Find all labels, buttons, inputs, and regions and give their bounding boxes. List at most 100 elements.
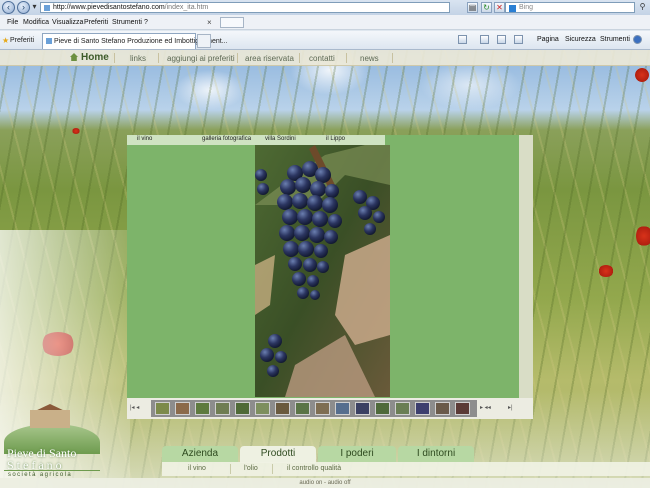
thumbnail[interactable] — [215, 402, 230, 415]
thumbnail[interactable] — [315, 402, 330, 415]
gallery-tab-bar: il vino galleria fotografica villa Sordi… — [127, 135, 385, 145]
end-control[interactable]: ▸| — [508, 404, 513, 411]
command-sicurezza[interactable]: Sicurezza — [565, 36, 596, 43]
help-icon[interactable] — [633, 35, 642, 44]
thumbnail-strip — [151, 400, 477, 417]
command-strumenti[interactable]: Strumenti — [600, 36, 630, 43]
thumbnail[interactable] — [235, 402, 250, 415]
nav-divider — [299, 53, 300, 63]
close-toolbar-icon[interactable]: × — [207, 18, 212, 27]
thumbnail[interactable] — [255, 402, 270, 415]
tab-prodotti[interactable]: Prodotti — [240, 446, 316, 463]
subnav-olio[interactable]: l'olio — [244, 465, 258, 472]
next-last-control[interactable]: ▸ ◂◂ — [480, 404, 491, 411]
site-logo[interactable]: Pieve di Santo Stefano società agricola — [0, 404, 130, 488]
first-prev-control[interactable]: |◂ ◂ — [130, 404, 139, 411]
menu-strumenti[interactable]: Strumenti — [112, 19, 142, 26]
search-placeholder: Bing — [519, 4, 534, 11]
tab-favicon-icon — [46, 38, 52, 44]
thumbnail[interactable] — [395, 402, 410, 415]
gallery-tab-villa-sordini[interactable]: villa Sordini — [265, 136, 296, 142]
poppy-decoration — [635, 68, 649, 82]
nav-area-riservata[interactable]: area riservata — [245, 54, 294, 63]
menu-modifica[interactable]: Modifica — [23, 19, 49, 26]
favorites-star-icon[interactable]: ★ — [2, 36, 9, 45]
feeds-icon[interactable] — [480, 35, 489, 44]
home-icon[interactable] — [70, 53, 78, 61]
gallery-panel: il vino galleria fotografica villa Sordi… — [127, 135, 533, 419]
home-icon[interactable] — [458, 35, 467, 44]
nav-aggiungi-preferiti[interactable]: aggiungi ai preferiti — [167, 54, 235, 63]
favorites-button[interactable]: Preferiti — [10, 37, 34, 44]
tab-i-poderi[interactable]: I poderi — [318, 446, 396, 462]
gallery-tab-galleria[interactable]: galleria fotografica — [202, 136, 251, 142]
nav-divider — [114, 53, 115, 63]
nav-contatti[interactable]: contatti — [309, 54, 335, 63]
forward-icon[interactable]: › — [17, 1, 30, 14]
bing-icon — [509, 5, 516, 12]
browser-menu-bar: File Modifica Visualizza Preferiti Strum… — [0, 15, 650, 30]
logo-divider — [4, 470, 100, 471]
menu-help[interactable]: ? — [144, 19, 148, 26]
poppy-decoration — [636, 225, 650, 247]
browser-tab[interactable]: Pieve di Santo Stefano Produzione ed Imb… — [42, 33, 228, 49]
thumbnail[interactable] — [415, 402, 430, 415]
menu-preferiti[interactable]: Preferiti — [84, 19, 108, 26]
search-go-icon[interactable]: ⚲ — [637, 2, 648, 13]
history-dropdown-icon[interactable]: ▾ — [31, 2, 38, 13]
subnav-controllo-qualita[interactable]: il controllo qualità — [287, 465, 341, 472]
thumbnail[interactable] — [295, 402, 310, 415]
grape-cluster-image — [255, 145, 390, 397]
tab-azienda[interactable]: Azienda — [162, 446, 238, 462]
menu-file[interactable]: File — [7, 19, 18, 26]
subnav-divider — [272, 464, 273, 474]
thumbnail[interactable] — [155, 402, 170, 415]
nav-divider — [158, 53, 159, 63]
nav-news[interactable]: news — [360, 54, 379, 63]
address-text[interactable]: http://www.pievedisantostefano.com/index… — [53, 4, 208, 11]
gallery-tab-il-vino[interactable]: il vino — [137, 136, 152, 142]
nav-divider — [237, 53, 238, 63]
grape-photo — [255, 145, 390, 397]
refresh-icon[interactable]: ↻ — [481, 2, 492, 13]
audio-toggle[interactable]: audio on - audio off — [0, 478, 650, 488]
thumbnail[interactable] — [335, 402, 350, 415]
mail-icon[interactable] — [497, 35, 506, 44]
stop-icon[interactable]: ✕ — [494, 2, 505, 13]
nav-links[interactable]: links — [130, 54, 146, 63]
gallery-tab-il-lippo[interactable]: il Lippo — [326, 136, 345, 142]
menu-visualizza[interactable]: Visualizza — [52, 19, 83, 26]
thumbnail[interactable] — [375, 402, 390, 415]
nav-divider — [392, 53, 393, 63]
new-tab-button[interactable] — [197, 34, 211, 48]
thumbnail-bar: |◂ ◂ ▸ ◂◂ ▸| — [127, 398, 533, 419]
subnav-il-vino[interactable]: il vino — [188, 465, 206, 472]
command-pagina[interactable]: Pagina — [537, 36, 559, 43]
poppy-decoration — [72, 128, 80, 134]
browser-address-row: ‹ › ▾ http://www.pievedisantostefano.com… — [0, 0, 650, 15]
subnav-divider — [230, 464, 231, 474]
nav-divider — [346, 53, 347, 63]
compat-view-icon[interactable]: ▤ — [467, 2, 478, 13]
main-section-tabs: Azienda Prodotti I poderi I dintorni — [162, 446, 650, 463]
logo-house — [30, 410, 70, 428]
nav-home[interactable]: Home — [81, 52, 109, 63]
site-favicon-icon — [44, 5, 50, 11]
thumbnail[interactable] — [355, 402, 370, 415]
poppy-decoration — [598, 265, 614, 277]
thumbnail[interactable] — [275, 402, 290, 415]
thumbnail[interactable] — [175, 402, 190, 415]
thumbnail[interactable] — [195, 402, 210, 415]
address-bar[interactable]: http://www.pievedisantostefano.com/index… — [40, 2, 450, 13]
back-icon[interactable]: ‹ — [2, 1, 15, 14]
tab-i-dintorni[interactable]: I dintorni — [398, 446, 474, 462]
page-background: Home links aggiungi ai preferiti area ri… — [0, 50, 650, 488]
site-top-nav: Home links aggiungi ai preferiti area ri… — [0, 50, 650, 66]
toolbar-gear-dropdown[interactable] — [220, 17, 244, 28]
favorites-bar: ★ Preferiti Pieve di Santo Stefano Produ… — [0, 31, 650, 50]
sub-nav: il vino l'olio il controllo qualità — [162, 462, 650, 476]
thumbnail[interactable] — [435, 402, 450, 415]
thumbnail[interactable] — [455, 402, 470, 415]
print-icon[interactable] — [514, 35, 523, 44]
search-input[interactable]: Bing — [505, 2, 635, 13]
